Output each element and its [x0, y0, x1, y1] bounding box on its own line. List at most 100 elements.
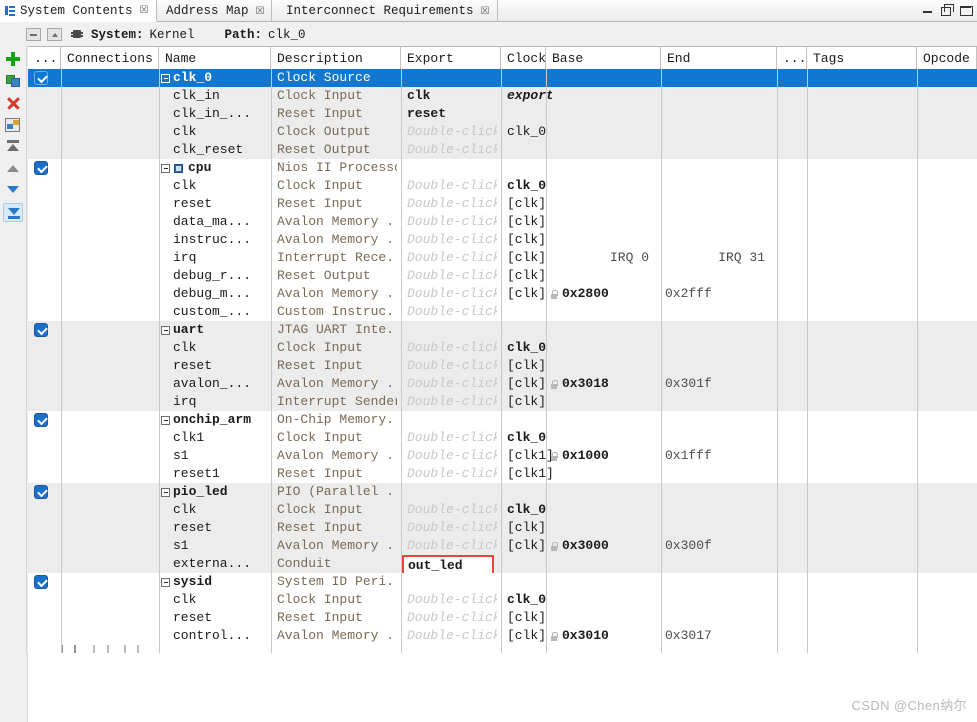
tree-collapse-icon[interactable]: [161, 325, 170, 335]
row-clock[interactable]: [clk]: [501, 375, 552, 393]
table-row[interactable]: clk Clock Output Double-click clk_0: [28, 123, 977, 141]
row-base-address[interactable]: 0x3018: [546, 375, 655, 393]
table-row[interactable]: uart JTAG UART Inte...: [28, 321, 977, 339]
column-header-base-6[interactable]: Base: [546, 47, 661, 69]
tab-interconnect-requirements[interactable]: Interconnect Requirements ☒: [281, 0, 498, 22]
table-row[interactable]: control... Avalon Memory ... Double-click[…: [28, 627, 977, 645]
row-export[interactable]: Double-click: [401, 249, 497, 267]
row-enable-checkbox[interactable]: [34, 323, 48, 337]
column-header-name-2[interactable]: Name: [159, 47, 271, 69]
table-row[interactable]: clk Clock Input Double-click clk_0: [28, 339, 977, 357]
duplicate-icon[interactable]: [3, 71, 23, 90]
collapse-all-button[interactable]: [26, 28, 41, 41]
row-export[interactable]: Double-click: [401, 609, 497, 627]
row-export[interactable]: Double-click: [401, 429, 497, 447]
tab-close-icon[interactable]: ☒: [481, 6, 490, 17]
lock-icon[interactable]: [550, 379, 558, 389]
row-export[interactable]: Double-click: [401, 393, 497, 411]
table-row[interactable]: clk_in Clock Input clk export: [28, 87, 977, 105]
table-row[interactable]: avalon_... Avalon Memory ... Double-click[…: [28, 375, 977, 393]
row-clock[interactable]: [clk]: [501, 519, 552, 537]
row-export[interactable]: Double-click: [401, 141, 497, 159]
row-clock[interactable]: [clk1]: [501, 465, 552, 483]
row-enable-checkbox[interactable]: [34, 71, 48, 85]
table-row[interactable]: reset Reset Input Double-click [clk]: [28, 357, 977, 375]
column-header--0[interactable]: ...: [28, 47, 61, 69]
row-clock[interactable]: [clk]: [501, 393, 552, 411]
tree-collapse-icon[interactable]: [161, 487, 170, 497]
table-row[interactable]: clk Clock Input Double-click clk_0: [28, 177, 977, 195]
row-export[interactable]: clk: [401, 87, 497, 105]
tab-close-icon[interactable]: ☒: [140, 5, 149, 16]
row-base-address[interactable]: 0x1000: [546, 447, 655, 465]
table-row[interactable]: clk_0 Clock Source: [28, 69, 977, 87]
row-export[interactable]: Double-click: [401, 213, 497, 231]
row-clock[interactable]: clk_0: [501, 177, 552, 195]
row-enable-checkbox[interactable]: [34, 485, 48, 499]
row-clock[interactable]: [clk]: [501, 357, 552, 375]
table-row[interactable]: reset Reset Input Double-click [clk]: [28, 519, 977, 537]
row-export[interactable]: Double-click: [401, 267, 497, 285]
table-row[interactable]: reset Reset Input Double-click [clk]: [28, 195, 977, 213]
table-row[interactable]: s1 Avalon Memory ... Double-click [clk1] 0x1…: [28, 447, 977, 465]
column-header-opcodenam-10[interactable]: Opcode Nam: [917, 47, 977, 69]
column-header-end-7[interactable]: End: [661, 47, 777, 69]
add-icon[interactable]: [3, 49, 23, 68]
move-to-bottom-icon[interactable]: [3, 203, 23, 222]
table-row[interactable]: clk Clock Input Double-click clk_0: [28, 591, 977, 609]
row-clock[interactable]: [clk]: [501, 213, 552, 231]
row-export[interactable]: Double-click: [401, 465, 497, 483]
column-header-clock-5[interactable]: Clock: [501, 47, 546, 69]
table-row[interactable]: irq Interrupt Sender Double-click [clk]: [28, 393, 977, 411]
table-row[interactable]: clk1 Clock Input Double-click clk_0: [28, 429, 977, 447]
row-base-address[interactable]: 0x3010: [546, 627, 655, 645]
remove-icon[interactable]: [3, 93, 23, 112]
table-row[interactable]: irq Interrupt Rece... Double-click [clk] IRQ…: [28, 249, 977, 267]
row-export[interactable]: Double-click: [401, 627, 497, 645]
restore-icon[interactable]: [940, 3, 954, 16]
row-clock[interactable]: export: [501, 87, 552, 105]
row-clock[interactable]: [clk]: [501, 537, 552, 555]
lock-icon[interactable]: [550, 631, 558, 641]
row-export[interactable]: Double-click: [401, 285, 497, 303]
row-export[interactable]: Double-click: [401, 123, 497, 141]
table-row[interactable]: debug_m... Avalon Memory ... Double-click[…: [28, 285, 977, 303]
edit-icon[interactable]: [3, 115, 23, 134]
row-clock[interactable]: [clk]: [501, 285, 552, 303]
table-row[interactable]: instruc... Avalon Memory ... Double-click[…: [28, 231, 977, 249]
table-row[interactable]: debug_r... Reset Output Double-click [clk]: [28, 267, 977, 285]
row-clock[interactable]: clk_0: [501, 123, 552, 141]
row-clock[interactable]: clk_0: [501, 429, 552, 447]
column-header-export-4[interactable]: Export: [401, 47, 501, 69]
column-header-connections-1[interactable]: Connections: [61, 47, 159, 69]
table-row[interactable]: custom_... Custom Instruc... Double-click: [28, 303, 977, 321]
row-clock[interactable]: [clk]: [501, 609, 552, 627]
row-enable-checkbox[interactable]: [34, 161, 48, 175]
row-export[interactable]: Double-click: [401, 303, 497, 321]
table-row[interactable]: onchip_arm On-Chip Memory...: [28, 411, 977, 429]
minimize-icon[interactable]: [921, 3, 934, 16]
tree-collapse-icon[interactable]: [161, 577, 170, 587]
table-row[interactable]: reset Reset Input Double-click [clk]: [28, 609, 977, 627]
lock-icon[interactable]: [550, 289, 558, 299]
row-export[interactable]: Double-click: [401, 375, 497, 393]
row-export[interactable]: reset: [401, 105, 497, 123]
tree-collapse-icon[interactable]: [161, 415, 170, 425]
tab-close-icon[interactable]: ☒: [256, 6, 265, 17]
move-up-icon[interactable]: [3, 159, 23, 178]
row-base-address[interactable]: 0x3000: [546, 537, 655, 555]
maximize-icon[interactable]: [959, 3, 973, 16]
column-header--8[interactable]: ...: [777, 47, 807, 69]
table-row[interactable]: clk Clock Input Double-click clk_0: [28, 501, 977, 519]
row-clock[interactable]: clk_0: [501, 501, 552, 519]
row-export[interactable]: Double-click: [401, 357, 497, 375]
lock-icon[interactable]: [550, 541, 558, 551]
row-export[interactable]: Double-click: [401, 501, 497, 519]
table-row[interactable]: data_ma... Avalon Memory ... Double-click[…: [28, 213, 977, 231]
row-export[interactable]: Double-click: [401, 591, 497, 609]
row-base-address[interactable]: IRQ 0: [546, 249, 655, 267]
column-header-description-3[interactable]: Description: [271, 47, 401, 69]
column-header-tags-9[interactable]: Tags: [807, 47, 917, 69]
table-row[interactable]: reset1 Reset Input Double-click [clk1]: [28, 465, 977, 483]
row-base-address[interactable]: 0x2800: [546, 285, 655, 303]
